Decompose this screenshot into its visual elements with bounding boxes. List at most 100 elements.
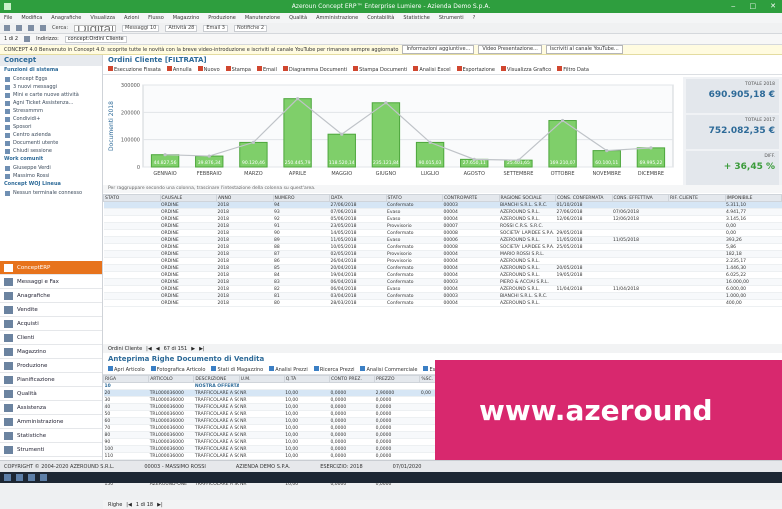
column-header[interactable]: DATA [329,194,387,202]
orders-tool-button[interactable]: Analisi Excel [413,66,451,73]
notifications-button[interactable]: Notifiche 2 [234,24,268,32]
sidebar-item[interactable]: Chiudi sessione [0,147,102,155]
menu-item[interactable]: Visualizza [90,15,115,21]
menu-item[interactable]: Strumenti [439,15,464,21]
details-tool-button[interactable]: Analisi Prezzi [269,366,308,373]
column-header[interactable]: CONTO PREZ. [328,375,376,383]
last-page-icon[interactable]: ▶| [157,502,163,508]
sidebar-item[interactable]: Stressmmm [0,107,102,115]
sidebar-section-woj[interactable]: Concept WOJ Lineua [0,180,102,189]
sidebar-item[interactable]: Documenti utente [0,139,102,147]
menu-item[interactable]: Flusso [148,15,164,21]
first-page-icon[interactable]: |◀ [146,346,152,352]
menu-item[interactable]: Azioni [124,15,139,21]
orders-tool-button[interactable]: Esportazione [456,66,495,73]
details-tool-button[interactable]: Analisi Commerciale [360,366,417,373]
table-row[interactable]: ORDINE 2018 84 19/04/2018 Confermato 00004 AZE… [103,271,782,279]
table-row[interactable]: ORDINE 2018 85 20/04/2018 Confermato 00004 AZE… [103,264,782,272]
home-icon[interactable] [28,25,34,31]
table-row[interactable]: ORDINE 2018 93 07/06/2018 Evaso 00004 AZEROUND… [103,208,782,216]
table-row[interactable]: ORDINE 2018 83 06/04/2018 Confermato 00003 PIE… [103,278,782,286]
menu-item[interactable]: Qualità [289,15,307,21]
module-messaggiefax[interactable]: Messaggi e Fax [0,275,102,289]
youtube-button[interactable]: Iscriviti al canale YouTube... [545,45,623,54]
module-produzione[interactable]: Produzione [0,359,102,373]
sidebar-section-system[interactable]: Funzioni di sistema [0,66,102,75]
module-vendite[interactable]: Vendite [0,303,102,317]
column-header[interactable]: DESCRIZIONE [193,375,240,383]
menu-item[interactable]: Statistiche [403,15,430,21]
orders-tool-button[interactable]: Stampa Documenti [353,66,407,73]
column-header[interactable]: RIGA [103,375,150,383]
table-row[interactable]: ORDINE 2018 89 11/05/2018 Evaso 00006 AZEROUND… [103,236,782,244]
column-header[interactable]: Q.TÀ [283,375,330,383]
module-magazzino[interactable]: Magazzino [0,345,102,359]
sidebar-item[interactable]: 3 nuovi messaggi [0,83,102,91]
details-tool-button[interactable]: Stati di Magazzino [211,366,263,373]
module-pianificazione[interactable]: Pianificazione [0,373,102,387]
sidebar-item[interactable]: Sposori [0,123,102,131]
table-row[interactable]: ORDINE 2018 82 06/04/2018 Evaso 00004 AZEROUND… [103,285,782,293]
menu-item[interactable]: Contabilità [367,15,394,21]
messages-button[interactable]: Messaggi 10 [122,24,160,32]
orders-tool-button[interactable]: Filtro Data [557,66,589,73]
column-header[interactable]: RIF. CLIENTE [668,194,726,202]
details-tool-button[interactable]: Ricerca Prezzi [313,366,354,373]
taskbar-app-icon[interactable] [16,474,23,481]
back-icon[interactable] [4,25,10,31]
table-row[interactable]: ORDINE 2018 92 05/06/2018 Evaso 00004 AZEROUND… [103,215,782,223]
table-row[interactable]: ORDINE 2018 87 02/05/2018 Provvisorio 00004 MA… [103,250,782,258]
sidebar-item[interactable]: Concept Eggs [0,75,102,83]
module-qualit[interactable]: Qualità [0,387,102,401]
column-header[interactable]: CONTROPARTE [442,194,500,202]
menu-item[interactable]: Produzione [208,15,236,21]
table-row[interactable]: ORDINE 2018 94 27/06/2018 Confermato 00003 BIA… [103,201,782,209]
column-header[interactable]: IMPONIBILE [724,194,782,202]
column-header[interactable]: NUMERO [272,194,330,202]
email-button[interactable]: Email 3 [203,24,228,32]
column-header[interactable]: CONS. CONFERMATA [555,194,613,202]
next-page-icon[interactable]: ▶ [191,346,195,352]
table-row[interactable]: ORDINE 2018 81 03/04/2018 Confermato 00003 BIA… [103,292,782,300]
menu-item[interactable]: Amministrazione [316,15,358,21]
tasks-button[interactable]: Attività 28 [165,24,198,32]
table-row[interactable]: ORDINE 2018 90 14/05/2018 Confermato 00008 SOC… [103,229,782,237]
menu-item[interactable]: Manutenzione [245,15,280,21]
address-input[interactable]: concept:Ordini Cliente [64,35,127,43]
video-button[interactable]: Video Presentazione... [478,45,542,54]
table-row[interactable]: ORDINE 2018 80 28/03/2018 Confermato 00004 AZE… [103,299,782,307]
menu-item[interactable]: Anagrafiche [51,15,81,21]
module-acquisti[interactable]: Acquisti [0,317,102,331]
orders-tool-button[interactable]: Visualizza Grafico [501,66,551,73]
maximize-icon[interactable]: □ [750,2,757,10]
orders-tool-button[interactable]: Email [256,66,277,73]
minimize-icon[interactable]: ‒ [731,2,735,10]
column-header[interactable]: ARTICOLO [148,375,195,383]
table-row[interactable]: ORDINE 2018 88 10/05/2018 Confermato 00008 SOC… [103,243,782,251]
table-row[interactable]: ORDINE 2018 86 26/04/2018 Provvisorio 00004 AZ… [103,257,782,265]
sidebar-item[interactable]: Giuseppe Verdi [0,164,102,172]
column-header[interactable]: RAGIONE SOCIALE [498,194,556,202]
module-strumenti[interactable]: Strumenti [0,443,102,457]
details-tool-button[interactable]: Apri Articolo [108,366,145,373]
sidebar-item[interactable]: Agni Ticket Assistenza... [0,99,102,107]
forward-icon[interactable] [16,25,22,31]
sidebar-item[interactable]: Centro azienda [0,131,102,139]
taskbar-app-icon[interactable] [28,474,35,481]
prev-page-icon[interactable]: ◀ [156,346,160,352]
column-header[interactable]: CAUSALE [159,194,217,202]
table-row[interactable]: ORDINE 2018 91 23/05/2018 Provvisorio 00007 RO… [103,222,782,230]
menu-item[interactable]: Magazzino [173,15,199,21]
close-icon[interactable]: ✕ [770,2,776,10]
menu-item[interactable]: File [4,15,12,21]
column-header[interactable]: STATO [103,194,161,202]
menu-item[interactable]: Modifica [21,15,42,21]
module-concepterp[interactable]: ConceptERP [0,261,102,275]
module-statistiche[interactable]: Statistiche [0,429,102,443]
orders-tool-button[interactable]: Esecuzione Fissata [108,66,161,73]
info-more-button[interactable]: Informazioni aggiuntive... [402,45,475,54]
column-header[interactable]: PREZZO [374,375,421,383]
menu-item[interactable]: ? [473,15,476,21]
first-page-icon[interactable]: |◀ [126,502,132,508]
column-header[interactable]: STATO [385,194,443,202]
